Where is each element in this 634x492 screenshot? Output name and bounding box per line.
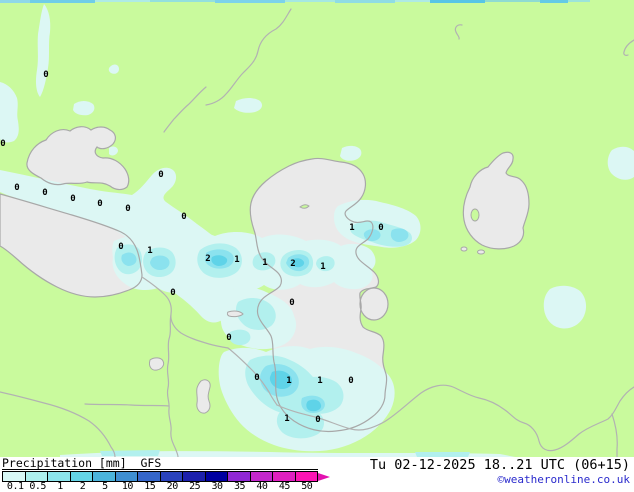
reservoir bbox=[226, 310, 244, 318]
legend-colorbar-arrow bbox=[318, 472, 330, 481]
top-edge-precip-segment bbox=[485, 0, 540, 2]
copyright-text: ©weatheronline.co.uk bbox=[497, 473, 630, 486]
legend-title: Precipitation [mm] GFS bbox=[2, 457, 318, 470]
precip-value-label: 0 bbox=[125, 204, 130, 214]
precip-value-label: 1 bbox=[234, 255, 239, 265]
legend-segment-10 bbox=[115, 472, 138, 481]
legend-tick-50: 50 bbox=[301, 481, 313, 492]
precip-value-label: 0 bbox=[97, 199, 102, 209]
precip-value-label: 0 bbox=[0, 139, 5, 149]
top-edge-precip-segment bbox=[150, 0, 215, 2]
precip-value-label: 0 bbox=[289, 298, 294, 308]
map-canvas[interactable]: 0 0 0 0 0 0 0 0 0 1 0 0 1 2 1 1 2 1 0 0 0 0 1 1 0 1 0 bbox=[0, 0, 634, 457]
legend-segment-30 bbox=[205, 472, 228, 481]
precip-value-label: 2 bbox=[205, 254, 210, 264]
precip-value-label: 0 bbox=[226, 333, 231, 343]
legend-tick-35: 35 bbox=[233, 481, 246, 492]
small-lake bbox=[477, 249, 485, 255]
precip-value-label: 0 bbox=[348, 376, 353, 386]
legend-tick-45: 45 bbox=[278, 481, 291, 492]
top-edge-precip-segment bbox=[95, 0, 150, 2]
top-edge-precip-segment bbox=[215, 0, 285, 3]
legend-tick-30: 30 bbox=[211, 481, 224, 492]
precip-value-label: 0 bbox=[315, 415, 320, 425]
legend-segment-2 bbox=[70, 472, 93, 481]
precip-value-label: 0 bbox=[181, 212, 186, 222]
lake-van bbox=[149, 357, 165, 371]
forecast-datetime: Tu 02-12-2025 18..21 UTC (06+15) bbox=[369, 457, 630, 473]
precip-value-label: 1 bbox=[286, 376, 291, 386]
top-edge-precip-segment bbox=[335, 0, 395, 3]
legend-segment-5 bbox=[93, 472, 116, 481]
legend-tick-2: 2 bbox=[79, 481, 86, 492]
legend-tick-20: 20 bbox=[166, 481, 179, 492]
legend-segment-20 bbox=[160, 472, 183, 481]
legend-segment-40 bbox=[250, 472, 273, 481]
precip-value-label: 0 bbox=[42, 188, 47, 198]
legend-segment-1 bbox=[48, 472, 71, 481]
precip-value-label: 0 bbox=[254, 373, 259, 383]
precip-value-label: 0 bbox=[70, 194, 75, 204]
small-lake bbox=[460, 246, 468, 252]
precip-value-label: 1 bbox=[349, 223, 354, 233]
legend-segment-0.5 bbox=[25, 472, 48, 481]
legend-tick-labels: 0.1 0.5 1 2 5 10 15 20 25 30 35 40 45 50 bbox=[2, 482, 342, 492]
legend-tick-10: 10 bbox=[121, 481, 134, 492]
precip-value-label: 0 bbox=[170, 288, 175, 298]
legend-tick-1: 1 bbox=[57, 481, 63, 492]
top-edge-precip-segment bbox=[540, 0, 568, 3]
precip-value-label: 2 bbox=[290, 259, 295, 269]
legend-tick-25: 25 bbox=[189, 481, 201, 492]
legend-scale: Precipitation [mm] GFS 0.1 0.5 1 2 5 10 15 20 25… bbox=[2, 457, 342, 492]
precip-value-label: 0 bbox=[378, 223, 383, 233]
top-edge-precip-segment bbox=[285, 0, 335, 2]
legend-segment-50 bbox=[295, 472, 317, 481]
precip-value-label: 1 bbox=[147, 246, 152, 256]
legend-segment-15 bbox=[138, 472, 161, 481]
precip-value-label: 0 bbox=[118, 242, 123, 252]
weather-map-screenshot: 000000000100121121000011010 Precipitatio… bbox=[0, 0, 634, 492]
lake-urmia bbox=[196, 379, 211, 414]
precip-value-label: 1 bbox=[320, 262, 325, 272]
legend-tick-5: 5 bbox=[102, 481, 108, 492]
legend-segment-0.1 bbox=[3, 472, 26, 481]
legend-info: Tu 02-12-2025 18..21 UTC (06+15) ©weathe… bbox=[369, 457, 630, 487]
top-edge-precip-segment bbox=[0, 0, 30, 3]
top-edge-precip-segment bbox=[30, 0, 95, 3]
precip-value-label: 0 bbox=[14, 183, 19, 193]
legend-bar: Precipitation [mm] GFS 0.1 0.5 1 2 5 10 15 20 25… bbox=[0, 457, 634, 492]
legend-segment-25 bbox=[183, 472, 206, 481]
precip-value-label: 1 bbox=[317, 376, 322, 386]
legend-tick-40: 40 bbox=[256, 481, 268, 492]
precip-value-label: 0 bbox=[158, 170, 163, 180]
legend-tick-0.1: 0.1 bbox=[6, 481, 24, 492]
precip-value-label: 1 bbox=[262, 258, 267, 268]
legend-segment-45 bbox=[273, 472, 296, 481]
precip-value-label: 1 bbox=[284, 414, 289, 424]
top-edge-precip-segment bbox=[395, 0, 430, 2]
legend-tick-15: 15 bbox=[144, 481, 156, 492]
legend-tick-0.5: 0.5 bbox=[29, 481, 46, 492]
top-edge-precip-segment bbox=[568, 0, 590, 2]
top-edge-precip-segment bbox=[430, 0, 485, 3]
legend-colorbar bbox=[2, 471, 318, 482]
aral-island bbox=[470, 208, 480, 222]
precip-value-label: 0 bbox=[43, 70, 48, 80]
legend-segment-35 bbox=[228, 472, 251, 481]
